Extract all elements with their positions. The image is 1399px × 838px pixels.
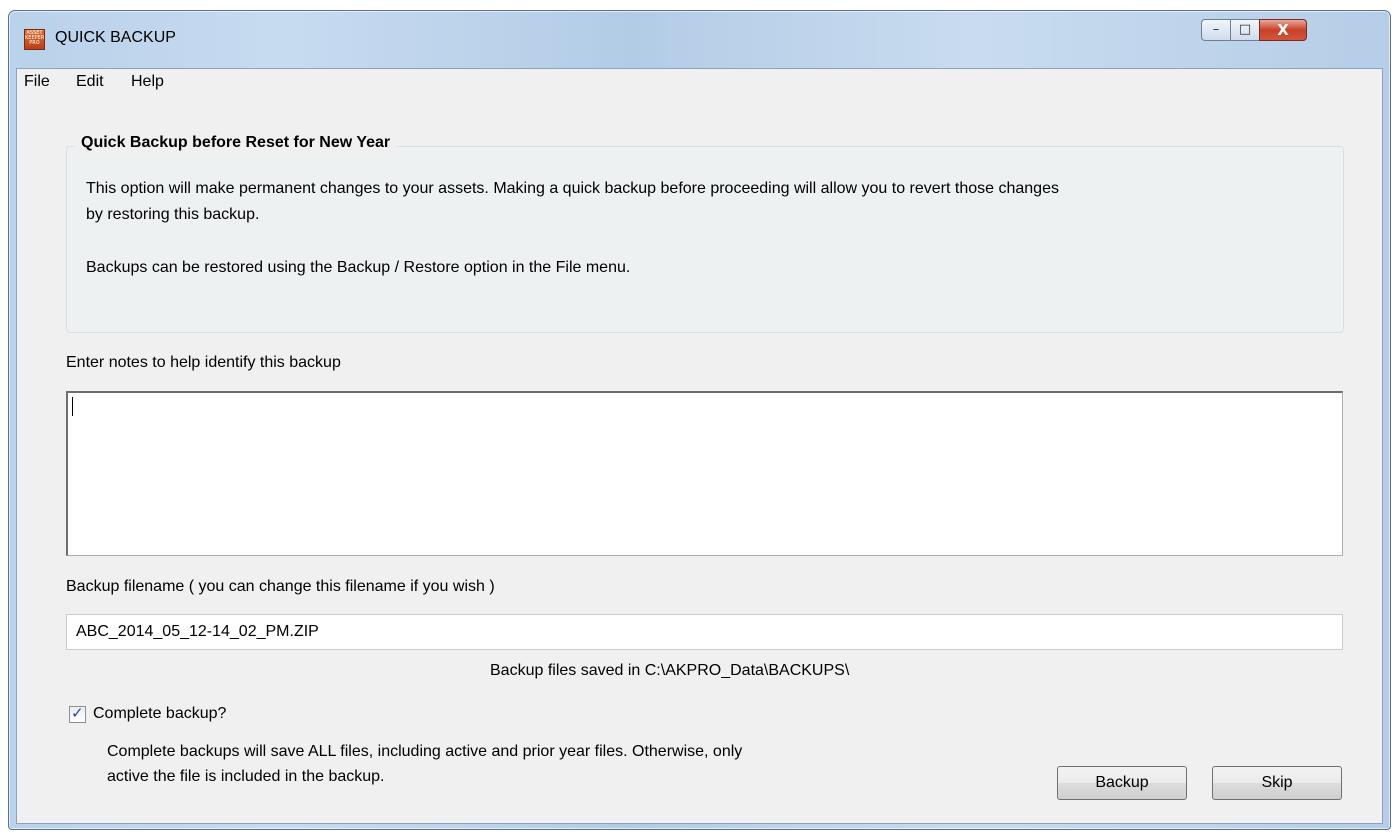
info-line-1: This option will make permanent changes … — [86, 180, 1059, 197]
close-icon: X — [1277, 21, 1289, 39]
notes-textarea[interactable] — [66, 391, 1343, 556]
filename-input[interactable]: ABC_2014_05_12-14_02_PM.ZIP — [66, 614, 1343, 650]
close-button[interactable]: X — [1259, 19, 1307, 41]
complete-backup-desc-2: active the file is included in the backu… — [107, 768, 385, 785]
maximize-button[interactable]: □ — [1230, 19, 1260, 41]
checkmark-icon: ✓ — [71, 704, 84, 722]
complete-backup-checkbox[interactable]: ✓ — [69, 704, 86, 723]
menu-help[interactable]: Help — [131, 73, 164, 91]
menu-file[interactable]: File — [24, 73, 50, 91]
minimize-icon: – — [1212, 22, 1220, 37]
info-group-title: Quick Backup before Reset for New Year — [75, 134, 397, 152]
backup-location-text: Backup files saved in C:\AKPRO_Data\BACK… — [490, 662, 850, 679]
minimize-button[interactable]: – — [1201, 19, 1231, 41]
app-logo-icon: ASSET KEEPER PRO — [24, 29, 45, 50]
window-title: QUICK BACKUP — [55, 29, 176, 46]
backup-button[interactable]: Backup — [1057, 766, 1187, 800]
maximize-icon: □ — [1238, 22, 1252, 37]
quick-backup-window: ASSET KEEPER PRO QUICK BACKUP – □ X File… — [8, 10, 1391, 830]
text-caret — [72, 397, 73, 416]
notes-label: Enter notes to help identify this backup — [66, 354, 341, 371]
info-line-3: Backups can be restored using the Backup… — [86, 259, 631, 276]
menu-edit[interactable]: Edit — [76, 73, 104, 91]
menu-bar: File Edit Help — [17, 69, 1382, 93]
complete-backup-label[interactable]: Complete backup? — [93, 703, 226, 725]
title-bar[interactable]: ASSET KEEPER PRO QUICK BACKUP – □ X — [9, 11, 1390, 63]
client-area: File Edit Help Quick Backup before Reset… — [16, 68, 1383, 824]
skip-button[interactable]: Skip — [1212, 766, 1342, 800]
filename-label: Backup filename ( you can change this fi… — [66, 578, 495, 595]
complete-backup-desc-1: Complete backups will save ALL files, in… — [107, 743, 743, 760]
info-group-box — [66, 146, 1344, 333]
info-line-2: by restoring this backup. — [86, 206, 260, 223]
